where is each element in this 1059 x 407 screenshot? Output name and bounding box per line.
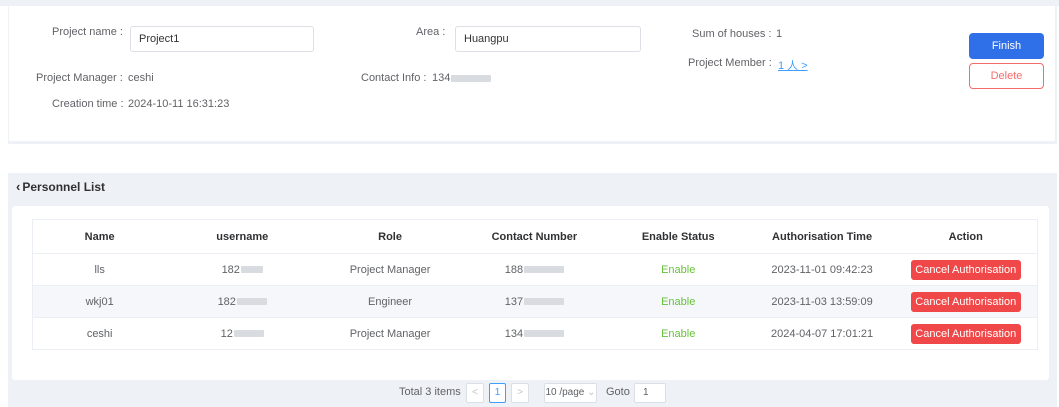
cell-username: 182: [166, 253, 319, 286]
pagination-next-button[interactable]: >: [511, 383, 529, 403]
project-member-label: Project Member :: [688, 57, 772, 69]
page-size-select[interactable]: 10 /page ⌄: [544, 383, 597, 403]
masked-digits: [524, 298, 565, 306]
cancel-authorisation-button[interactable]: Cancel Authorisation: [910, 291, 1021, 312]
personnel-list-title: Personnel List: [22, 180, 106, 194]
masked-digits: [524, 266, 565, 274]
column-header-auth-time: Authorisation Time: [749, 219, 895, 254]
column-header-action: Action: [894, 219, 1038, 254]
project-manager-label: Project Manager :: [36, 72, 123, 84]
pagination-total: Total 3 items: [399, 386, 461, 398]
contact-info-value: 134: [432, 72, 492, 84]
column-header-contact: Contact Number: [461, 219, 607, 254]
contact-info-label: Contact Info :: [361, 72, 427, 84]
cell-action: Cancel Authorisation: [894, 285, 1038, 318]
sum-houses-value: 1: [776, 28, 783, 40]
masked-digits: [236, 298, 267, 306]
goto-page-input[interactable]: 1: [634, 383, 666, 403]
cell-contact: 188: [461, 253, 607, 286]
area-label: Area :: [416, 26, 446, 38]
cell-auth-time: 2023-11-03 13:59:09: [749, 285, 895, 318]
cell-name: wkj01: [32, 285, 167, 318]
finish-button[interactable]: Finish: [969, 33, 1044, 59]
cancel-authorisation-button[interactable]: Cancel Authorisation: [910, 259, 1021, 280]
cell-username: 182: [166, 285, 319, 318]
cell-username: 12: [166, 317, 319, 350]
pagination-page-1[interactable]: 1: [489, 383, 506, 403]
masked-digits: [240, 266, 263, 274]
project-info-card: Project name : Project1 Area : Huangpu S…: [8, 6, 1057, 144]
delete-button[interactable]: Delete: [969, 63, 1044, 89]
chevron-left-icon[interactable]: ‹: [16, 179, 20, 194]
cell-role: Project Manager: [318, 317, 462, 350]
cell-status: Enable: [606, 317, 750, 350]
column-header-username: username: [166, 219, 319, 254]
area-input[interactable]: Huangpu: [455, 26, 641, 52]
project-name-input[interactable]: Project1: [130, 26, 314, 52]
cell-name: lls: [32, 253, 167, 286]
cell-action: Cancel Authorisation: [894, 317, 1038, 350]
cancel-authorisation-button[interactable]: Cancel Authorisation: [910, 323, 1021, 344]
chevron-down-icon: ⌄: [587, 387, 596, 398]
project-name-label: Project name :: [52, 26, 123, 38]
personnel-table-card: Name username Role Contact Number Enable…: [12, 206, 1049, 380]
project-member-link[interactable]: 1 人 >: [778, 57, 808, 73]
column-header-role: Role: [318, 219, 462, 254]
page-size-value: 10 /page: [545, 387, 585, 398]
masked-digits: [524, 330, 565, 338]
pagination-prev-button[interactable]: <: [466, 383, 484, 403]
table-header-row: Name username Role Contact Number Enable…: [32, 219, 1038, 254]
column-header-status: Enable Status: [606, 219, 750, 254]
creation-time-value: 2024-10-11 16:31:23: [128, 98, 230, 110]
table-row: lls 182 Project Manager 188 Enable 2023-…: [32, 253, 1038, 286]
cell-contact: 134: [461, 317, 607, 350]
cell-role: Project Manager: [318, 253, 462, 286]
creation-time-label: Creation time :: [52, 98, 124, 110]
table-row: ceshi 12 Project Manager 134 Enable 2024…: [32, 317, 1038, 350]
cell-action: Cancel Authorisation: [894, 253, 1038, 286]
personnel-section: ‹ Personnel List Name username Role Conta…: [8, 173, 1057, 407]
cell-auth-time: 2024-04-07 17:01:21: [749, 317, 895, 350]
personnel-list-header[interactable]: ‹ Personnel List: [16, 179, 105, 194]
table-row: wkj01 182 Engineer 137 Enable 2023-11-03…: [32, 285, 1038, 318]
cell-status: Enable: [606, 253, 750, 286]
masked-digits: [451, 74, 492, 82]
project-manager-value: ceshi: [128, 72, 154, 84]
column-header-name: Name: [32, 219, 167, 254]
cell-role: Engineer: [318, 285, 462, 318]
masked-digits: [233, 330, 264, 338]
sum-houses-label: Sum of houses :: [692, 28, 772, 40]
pagination: Total 3 items < 1 > 10 /page ⌄ Goto 1: [8, 383, 1057, 403]
goto-label: Goto: [606, 386, 630, 398]
cell-contact: 137: [461, 285, 607, 318]
cell-name: ceshi: [32, 317, 167, 350]
personnel-table: Name username Role Contact Number Enable…: [32, 219, 1038, 350]
cell-status: Enable: [606, 285, 750, 318]
cell-auth-time: 2023-11-01 09:42:23: [749, 253, 895, 286]
